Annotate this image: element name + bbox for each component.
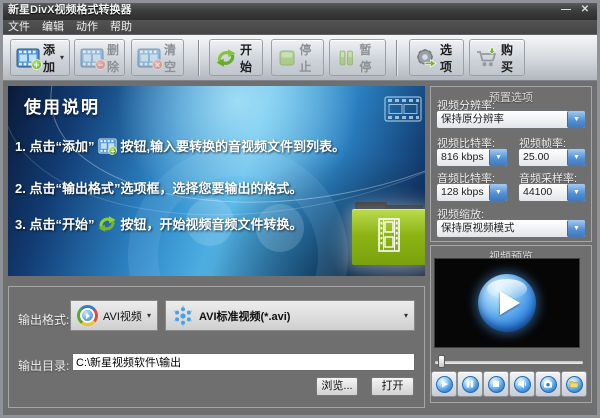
chevron-down-icon: ▼	[489, 149, 507, 166]
menu-action[interactable]: 动作	[76, 20, 98, 34]
toolbar: + 添加 ▾ − 删除 × 清空 开始	[0, 34, 600, 81]
output-directory-label: 输出目录:	[18, 357, 69, 374]
chevron-down-icon: ▾	[60, 53, 64, 62]
open-folder-icon	[566, 376, 583, 393]
green-refresh-arrows-icon	[97, 215, 117, 233]
output-format-label: 输出格式:	[18, 311, 69, 328]
output-profile-select[interactable]: AVI标准视频(*.avi) ▾	[165, 300, 415, 331]
sample-rate-select[interactable]: 44100 ▼	[518, 183, 586, 202]
close-button[interactable]: ✕	[577, 3, 593, 16]
menu-help[interactable]: 帮助	[110, 20, 132, 34]
chevron-down-icon: ▼	[567, 149, 585, 166]
chevron-down-icon: ▼	[489, 184, 507, 201]
window-title: 新星DivX视频格式转换器	[8, 0, 131, 20]
green-refresh-arrows-icon	[215, 47, 237, 68]
filmstrip-glyph	[378, 218, 400, 252]
add-button[interactable]: + 添加 ▾	[10, 39, 70, 76]
film-cross-icon: ×	[137, 47, 161, 68]
toolbar-separator	[198, 40, 199, 76]
toolbar-separator	[396, 40, 397, 76]
snapshot-camera-icon	[540, 376, 557, 393]
browse-button[interactable]: 浏览...	[316, 377, 358, 396]
shopping-cart-icon	[475, 47, 498, 68]
media-player-circle-icon	[77, 305, 98, 326]
filmstrip-outline-icon	[384, 96, 422, 122]
clear-button[interactable]: × 清空	[131, 39, 184, 76]
blue-snowflake-icon	[172, 305, 194, 327]
preview-snapshot-button[interactable]	[535, 371, 561, 397]
preview-stop-button[interactable]	[483, 371, 509, 397]
titlebar: 新星DivX视频格式转换器 — ✕	[0, 0, 600, 20]
pause-icon	[462, 376, 479, 393]
stop-icon	[488, 376, 505, 393]
chevron-down-icon: ▾	[404, 311, 408, 320]
chevron-down-icon: ▼	[567, 111, 585, 128]
instruction-step-2: 2. 点击“输出格式”选项框，选择您要输出的格式。	[15, 178, 302, 197]
green-pause-bars-icon	[335, 47, 356, 68]
banner-heading: 使用说明	[24, 93, 100, 118]
menubar: 文件 编辑 动作 帮助	[0, 20, 600, 34]
instruction-step-3: 3. 点击“开始” 按钮，开始视频音频文件转换。	[15, 214, 302, 233]
usage-banner: 使用说明 1. 点击“添加” + 按钮,输入要转换的音视频文件到列表。 2. 点…	[8, 86, 425, 276]
film-plus-icon: +	[97, 137, 117, 154]
play-orb-icon[interactable]	[478, 274, 536, 332]
app-window: 新星DivX视频格式转换器 — ✕ 文件 编辑 动作 帮助 + 添加 ▾ − 删…	[0, 0, 600, 418]
preview-open-folder-button[interactable]	[561, 371, 587, 397]
stop-button[interactable]: 停止	[271, 39, 324, 76]
chevron-down-icon: ▼	[567, 184, 585, 201]
preview-play-button[interactable]	[431, 371, 457, 397]
resolution-select[interactable]: 保持原分辨率 ▼	[436, 110, 586, 129]
instruction-step-1: 1. 点击“添加” + 按钮,输入要转换的音视频文件到列表。	[15, 136, 345, 155]
pause-button[interactable]: 暂停	[329, 39, 386, 76]
start-button[interactable]: 开始	[209, 39, 263, 76]
framerate-select[interactable]: 25.00 ▼	[518, 148, 586, 167]
options-button[interactable]: 选项	[409, 39, 464, 76]
video-bitrate-select[interactable]: 816 kbps ▼	[436, 148, 508, 167]
open-button[interactable]: 打开	[371, 377, 414, 396]
video-preview-screen	[434, 258, 580, 348]
delete-button[interactable]: − 删除	[74, 39, 125, 76]
seek-track	[435, 361, 583, 364]
chevron-down-icon: ▼	[567, 220, 585, 237]
play-icon	[436, 376, 453, 393]
chevron-down-icon: ▾	[147, 311, 151, 320]
green-output-folder-icon	[352, 202, 425, 264]
menu-edit[interactable]: 编辑	[42, 20, 64, 34]
gear-icon	[415, 47, 437, 68]
volume-icon	[514, 376, 531, 393]
preview-volume-button[interactable]	[509, 371, 535, 397]
menu-file[interactable]: 文件	[8, 20, 30, 34]
minimize-button[interactable]: —	[558, 3, 574, 16]
preview-pause-button[interactable]	[457, 371, 483, 397]
film-plus-icon: +	[16, 47, 40, 68]
output-directory-input[interactable]	[72, 353, 415, 371]
scaling-select[interactable]: 保持原视频模式 ▼	[436, 219, 586, 238]
seek-slider[interactable]	[435, 355, 583, 369]
film-minus-icon: −	[80, 47, 104, 68]
buy-button[interactable]: 购买	[469, 39, 525, 76]
output-format-select[interactable]: AVI视频 ▾	[70, 300, 158, 331]
green-square-icon	[277, 47, 296, 68]
seek-handle[interactable]	[438, 355, 445, 368]
audio-bitrate-select[interactable]: 128 kbps ▼	[436, 183, 508, 202]
